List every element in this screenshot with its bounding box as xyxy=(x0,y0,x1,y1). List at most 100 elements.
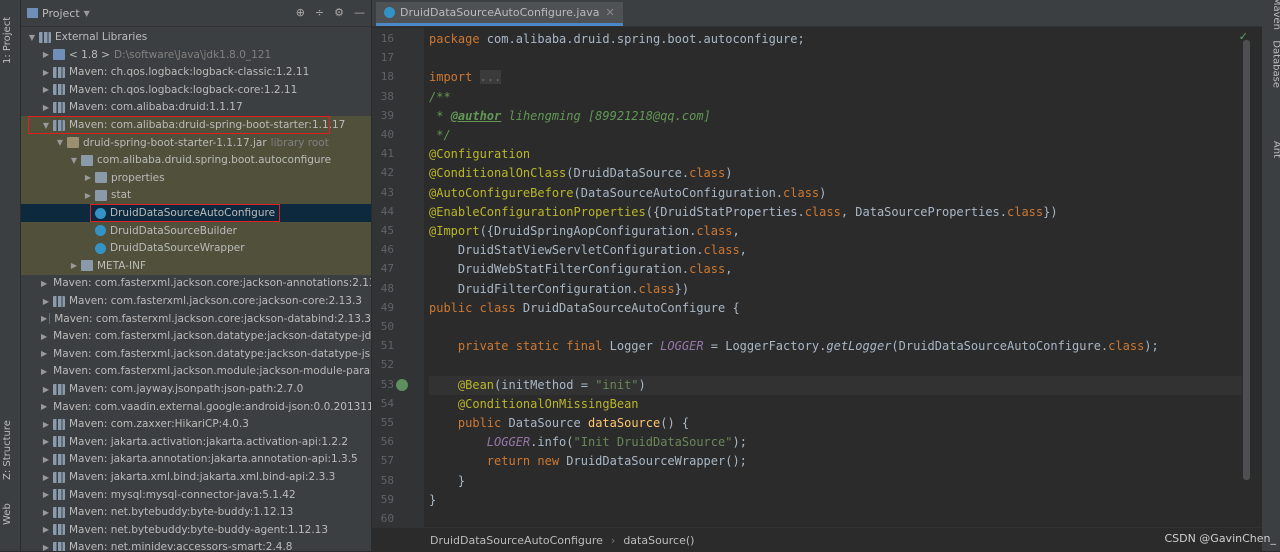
tree-item[interactable]: ▶ Maven: jakarta.activation:jakarta.activ… xyxy=(21,433,371,451)
tree-item[interactable]: ▼ druid-spring-boot-starter-1.1.17.jar lib… xyxy=(21,133,371,152)
tree-item[interactable]: ▶ Maven: com.zaxxer:HikariCP:4.0.3 xyxy=(21,415,371,433)
chevron-right-icon[interactable]: ▶ xyxy=(41,332,47,341)
code-line[interactable]: public DataSource dataSource() { xyxy=(429,414,689,433)
tree-item[interactable]: ▶ Maven: net.bytebuddy:byte-buddy-agent:1… xyxy=(21,521,371,539)
locate-icon[interactable]: ⊕ xyxy=(296,6,305,19)
breadcrumb-class[interactable]: DruidDataSourceAutoConfigure xyxy=(430,534,603,547)
chevron-right-icon[interactable]: ▶ xyxy=(41,525,51,534)
chevron-right-icon[interactable]: ▶ xyxy=(41,68,51,77)
tab-structure[interactable]: Z: Structure xyxy=(2,420,13,480)
tree-item[interactable]: ▶ Maven: net.bytebuddy:byte-buddy:1.12.13 xyxy=(21,503,371,521)
chevron-down-icon[interactable]: ▼ xyxy=(27,33,37,42)
tree-item[interactable]: ▶ Maven: mysql:mysql-connector-java:5.1.4… xyxy=(21,486,371,504)
chevron-right-icon[interactable]: ▶ xyxy=(41,473,51,482)
chevron-right-icon[interactable]: ▶ xyxy=(41,367,47,376)
tree-item[interactable]: ▶ Maven: jakarta.xml.bind:jakarta.xml.bin… xyxy=(21,468,371,486)
chevron-right-icon[interactable]: ▶ xyxy=(41,314,47,323)
bean-icon[interactable] xyxy=(396,378,408,391)
chevron-right-icon[interactable]: ▶ xyxy=(41,402,47,411)
project-title[interactable]: Project xyxy=(42,7,80,20)
chevron-right-icon[interactable]: ▶ xyxy=(41,508,51,517)
tree-item[interactable]: ▶ Maven: ch.qos.logback:logback-core:1.2.… xyxy=(21,81,371,99)
chevron-right-icon[interactable]: ▶ xyxy=(41,437,51,446)
code-line[interactable]: package com.alibaba.druid.spring.boot.au… xyxy=(429,30,805,49)
chevron-right-icon[interactable]: ▶ xyxy=(41,349,47,358)
code-line[interactable]: * @author lihengming [89921218@qq.com] xyxy=(429,107,711,126)
code-line[interactable]: } xyxy=(429,472,465,491)
chevron-right-icon[interactable]: ▶ xyxy=(41,420,51,429)
tree-item[interactable]: ▶ properties xyxy=(21,168,371,187)
cls-icon xyxy=(95,242,106,254)
tree-item[interactable]: ▶ Maven: ch.qos.logback:logback-classic:1… xyxy=(21,63,371,81)
code-line[interactable]: DruidStatViewServletConfiguration.class, xyxy=(429,241,747,260)
code-line[interactable]: DruidWebStatFilterConfiguration.class, xyxy=(429,260,733,279)
code-line[interactable]: @AutoConfigureBefore(DataSourceAutoConfi… xyxy=(429,184,826,203)
tree-item[interactable]: ▶ Maven: com.fasterxml.jackson.core:jacks… xyxy=(21,274,371,292)
code-line[interactable]: @ConditionalOnClass(DruidDataSource.clas… xyxy=(429,164,732,183)
code-line[interactable]: private static final Logger LOGGER = Log… xyxy=(429,337,1159,356)
tree-item[interactable]: ▶ stat xyxy=(21,186,371,205)
code-line[interactable]: import ... xyxy=(429,68,502,87)
vertical-scrollbar[interactable] xyxy=(1243,40,1250,480)
chevron-right-icon[interactable]: ▶ xyxy=(41,385,51,394)
gear-icon[interactable]: ⚙ xyxy=(334,6,344,19)
code-line[interactable]: @Import({DruidSpringAopConfiguration.cla… xyxy=(429,222,740,241)
code-line[interactable]: @EnableConfigurationProperties({DruidSta… xyxy=(429,203,1058,222)
chevron-right-icon[interactable]: ▶ xyxy=(41,543,51,551)
chevron-right-icon[interactable]: ▶ xyxy=(41,490,51,499)
code-line[interactable]: @Bean(initMethod = "init") xyxy=(429,376,646,395)
tree-item[interactable]: ▼ com.alibaba.druid.spring.boot.autoconfi… xyxy=(21,151,371,170)
tree-item[interactable]: ▶ Maven: com.fasterxml.jackson.core:jacks… xyxy=(21,292,371,310)
tree-item[interactable]: ▼ External Libraries xyxy=(21,28,371,46)
code-line[interactable]: return new DruidDataSourceWrapper(); xyxy=(429,452,747,471)
code-line[interactable]: LOGGER.info("Init DruidDataSource"); xyxy=(429,433,747,452)
code-line[interactable]: DruidFilterConfiguration.class}) xyxy=(429,280,689,299)
tree-item[interactable]: DruidDataSourceBuilder xyxy=(21,221,371,240)
code-line[interactable]: /** xyxy=(429,88,451,107)
chevron-right-icon[interactable]: ▶ xyxy=(69,261,79,270)
chevron-right-icon[interactable]: ▶ xyxy=(83,173,93,182)
line-gutter: 16 17 18 38 39 40 41 42 43 44 45 46 47 48 49 50 51 52 53 54… xyxy=(372,28,424,528)
tree-item[interactable]: ▶ Maven: net.minidev:accessors-smart:2.4.… xyxy=(21,538,371,551)
chevron-down-icon[interactable]: ▼ xyxy=(69,156,79,165)
chevron-right-icon[interactable]: ▶ xyxy=(41,297,51,306)
tree-item[interactable]: ▶ < 1.8 > D:\software\Java\jdk1.8.0_121 xyxy=(21,46,371,64)
tree-item[interactable]: ▶ Maven: com.jayway.jsonpath:json-path:2.… xyxy=(21,380,371,398)
line-number: 54 xyxy=(380,396,394,410)
code-line[interactable]: */ xyxy=(429,126,450,145)
tab-ant[interactable]: Ant xyxy=(1271,141,1280,158)
chevron-right-icon[interactable]: ▶ xyxy=(41,103,51,112)
code-line[interactable]: @ConditionalOnMissingBean xyxy=(429,395,639,414)
lib-icon xyxy=(39,31,51,43)
chevron-right-icon[interactable]: ▶ xyxy=(41,50,51,59)
tree-item[interactable]: ▶ META-INF xyxy=(21,256,371,275)
tree-item[interactable]: ▶ Maven: com.fasterxml.jackson.datatype:j… xyxy=(21,345,371,363)
chevron-right-icon[interactable]: ▶ xyxy=(41,279,47,288)
project-panel: Project ▼ ⊕ ÷ ⚙ — ▼ External Libraries ▶ < … xyxy=(21,0,371,551)
code-line[interactable]: } xyxy=(429,491,436,510)
tree-item[interactable]: ▶ Maven: com.fasterxml.jackson.core:jacks… xyxy=(21,310,371,328)
chevron-right-icon[interactable]: ▶ xyxy=(41,455,51,464)
tab-web[interactable]: Web xyxy=(2,503,13,525)
breadcrumb-method[interactable]: dataSource() xyxy=(623,534,694,547)
tab-project[interactable]: 1: Project xyxy=(2,17,13,64)
tree-item[interactable]: ▶ Maven: com.fasterxml.jackson.datatype:j… xyxy=(21,327,371,345)
chevron-down-icon[interactable]: ▼ xyxy=(84,9,90,18)
tree-item[interactable]: ▶ Maven: com.vaadin.external.google:andro… xyxy=(21,398,371,416)
tab-druid-autoconfigure[interactable]: DruidDataSourceAutoConfigure.java ✕ xyxy=(376,2,623,26)
close-icon[interactable]: ✕ xyxy=(605,6,614,19)
chevron-right-icon[interactable]: ▶ xyxy=(83,191,93,200)
tree-item[interactable]: DruidDataSourceWrapper xyxy=(21,239,371,258)
tab-database[interactable]: Database xyxy=(1271,40,1280,88)
chevron-down-icon[interactable]: ▼ xyxy=(55,138,65,147)
collapse-icon[interactable]: ÷ xyxy=(315,6,324,19)
code-line[interactable]: public class DruidDataSourceAutoConfigur… xyxy=(429,299,740,318)
hide-icon[interactable]: — xyxy=(354,6,365,19)
tree-item[interactable]: ▶ Maven: jakarta.annotation:jakarta.annot… xyxy=(21,450,371,468)
code-line[interactable]: @Configuration xyxy=(429,145,530,164)
chevron-right-icon[interactable]: ▶ xyxy=(41,85,51,94)
line-number: 51 xyxy=(380,339,394,353)
tab-maven[interactable]: Maven xyxy=(1271,0,1280,30)
tree-item[interactable]: ▶ Maven: com.fasterxml.jackson.module:jac… xyxy=(21,362,371,380)
tree-item[interactable]: ▶ Maven: com.alibaba:druid:1.1.17 xyxy=(21,98,371,116)
